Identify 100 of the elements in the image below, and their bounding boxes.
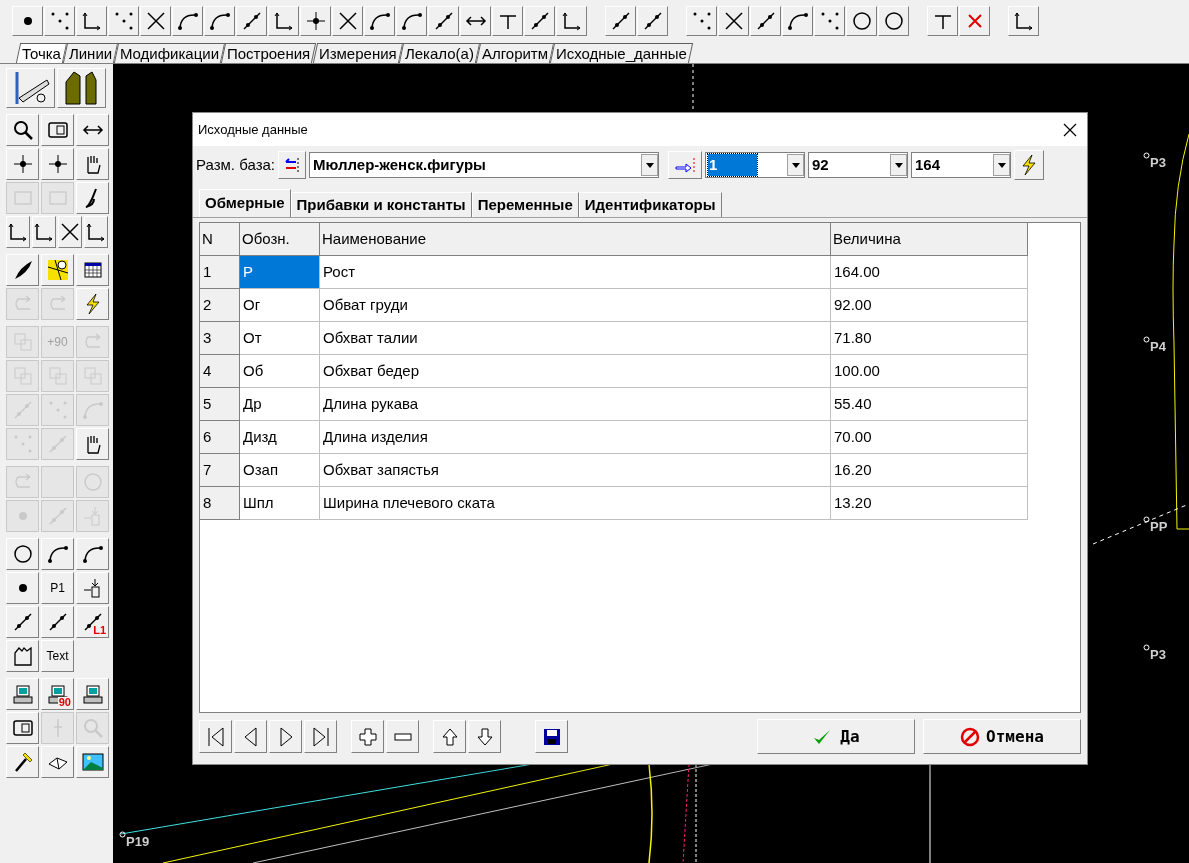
tab[interactable]: Измерения — [312, 43, 403, 63]
landscape-icon — [81, 751, 104, 773]
table-cell: Обхват талии — [320, 322, 831, 355]
row-number-cell[interactable]: 6 — [200, 421, 240, 454]
arc-icon — [208, 10, 231, 32]
skip-arrow-icon — [310, 725, 331, 748]
table-cell: Озап — [240, 454, 320, 487]
axes-icon — [80, 10, 103, 32]
tool-button[interactable]: 90 — [41, 678, 74, 710]
table-cell: Обхват бедер — [320, 355, 831, 388]
tool-button[interactable]: Text — [41, 640, 74, 672]
table-cell: Длина рукава — [320, 388, 831, 421]
table-cell: 100.00 — [831, 355, 1028, 388]
axes-icon — [7, 221, 29, 243]
save-button[interactable] — [535, 720, 568, 753]
table-cell: 164.00 — [831, 256, 1028, 289]
column-header[interactable]: Наименование — [320, 223, 831, 256]
column-header[interactable]: N — [200, 223, 240, 256]
table-cell: Обват груди — [320, 289, 831, 322]
row-number-cell[interactable]: 2 — [200, 289, 240, 322]
tab[interactable]: Прибавки и константы — [290, 192, 472, 217]
tab[interactable]: Идентификаторы — [578, 192, 722, 217]
tab[interactable]: Линии — [62, 43, 119, 63]
size-combo[interactable]: 92 — [808, 152, 908, 178]
point-marker-icon — [1143, 644, 1150, 651]
tool-button[interactable]: L1 — [76, 606, 109, 638]
cancel-button[interactable]: Отмена — [923, 719, 1081, 754]
table-cell: Обхват запястья — [320, 454, 831, 487]
point-marker-icon — [1143, 152, 1150, 159]
tab[interactable]: Обмерные — [199, 189, 291, 217]
point-marker-icon — [119, 831, 126, 838]
nav-button[interactable] — [269, 720, 302, 753]
checkmark-icon — [812, 727, 833, 746]
tab[interactable]: Точка — [15, 43, 68, 63]
row-number-cell[interactable]: 5 — [200, 388, 240, 421]
axes-icon — [85, 221, 107, 243]
nav-button[interactable] — [234, 720, 267, 753]
ok-button[interactable]: Да — [757, 719, 915, 754]
circle-icon — [81, 471, 104, 493]
move-down-button[interactable] — [468, 720, 501, 753]
row-number-cell[interactable]: 4 — [200, 355, 240, 388]
apply-size-button[interactable] — [668, 151, 702, 179]
size-combo[interactable]: 164 — [911, 152, 1011, 178]
move-arrows-icon — [46, 153, 69, 175]
close-icon[interactable] — [1063, 122, 1077, 137]
axes-icon — [1012, 10, 1035, 32]
axes-icon — [272, 10, 295, 32]
arc-icon — [46, 543, 69, 565]
table-cell: 70.00 — [831, 421, 1028, 454]
table-cell: 92.00 — [831, 289, 1028, 322]
add-button[interactable] — [351, 720, 384, 753]
cross-lines-icon — [144, 10, 167, 32]
tab[interactable]: Построения — [221, 43, 317, 63]
arc-icon — [368, 10, 391, 32]
point-marker-icon — [1143, 336, 1150, 343]
cross-lines-icon — [59, 221, 81, 243]
dialog-title: Исходные данные — [198, 120, 308, 139]
arc-icon — [400, 10, 423, 32]
tab[interactable]: Модификации — [114, 43, 226, 63]
column-header[interactable]: Величина — [831, 223, 1028, 256]
calculate-button[interactable] — [1014, 150, 1044, 180]
point-label: P4 — [1150, 340, 1166, 353]
table-cell: Ширина плечевого ската — [320, 487, 831, 520]
prohibited-icon — [960, 726, 981, 747]
magnifier-icon — [81, 717, 104, 739]
frame-icon — [11, 717, 34, 739]
axes-icon — [560, 10, 583, 32]
row-number-cell[interactable]: 7 — [200, 454, 240, 487]
tab[interactable]: Переменные — [471, 192, 579, 217]
garment-icon — [11, 645, 34, 667]
table-cell: Рост — [320, 256, 831, 289]
tab[interactable]: Лекало(а) — [398, 43, 480, 63]
row-number-cell[interactable]: 1 — [200, 256, 240, 289]
tab[interactable]: Алгоритм — [475, 43, 554, 63]
table-cell: Об — [240, 355, 320, 388]
point-label: PP — [1150, 520, 1168, 533]
plus-icon — [357, 726, 378, 747]
size-combo[interactable]: 1 — [705, 152, 805, 178]
arc-icon — [81, 543, 104, 565]
point-label: P3 — [1150, 156, 1166, 169]
table-cell: 13.20 — [831, 487, 1028, 520]
nav-button[interactable] — [199, 720, 232, 753]
arc-icon — [81, 399, 104, 421]
base-combo[interactable]: Мюллер-женск.фигуры — [309, 152, 659, 178]
row-number-cell[interactable]: 3 — [200, 322, 240, 355]
base-button[interactable] — [278, 151, 306, 179]
table-cell: Шпл — [240, 487, 320, 520]
move-arrows-icon — [304, 10, 327, 32]
circle-icon — [11, 543, 34, 565]
down-arrow-icon — [474, 726, 495, 747]
move-up-button[interactable] — [433, 720, 466, 753]
column-header[interactable]: Обозн. — [240, 223, 320, 256]
tool-button[interactable]: P1 — [41, 572, 74, 604]
arc-icon — [176, 10, 199, 32]
row-number-cell[interactable]: 8 — [200, 487, 240, 520]
table-cell: 55.40 — [831, 388, 1028, 421]
remove-button[interactable] — [386, 720, 419, 753]
arc-icon — [786, 10, 809, 32]
tab[interactable]: Исходные_данные — [549, 43, 693, 63]
nav-button[interactable] — [304, 720, 337, 753]
